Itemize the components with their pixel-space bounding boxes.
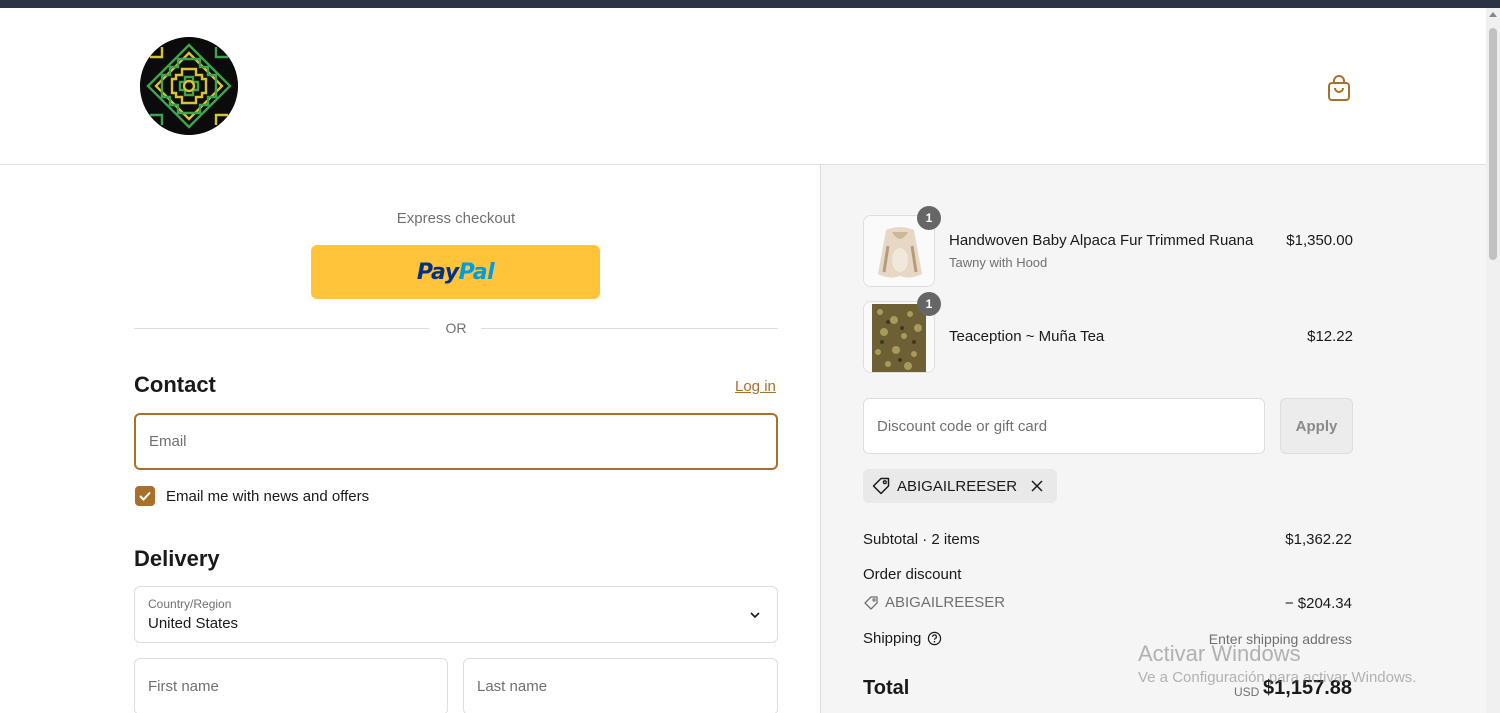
cart-item: 1 Handwoven Baby Alpaca Fur Trimmed Ruan… <box>863 206 1353 287</box>
email-input[interactable] <box>136 415 776 468</box>
paypal-logo-pal: Pal <box>458 259 495 285</box>
item-price: $1,350.00 <box>1286 232 1353 249</box>
checkout-header <box>0 8 1486 165</box>
country-value: United States <box>148 615 239 632</box>
divider-line-right <box>481 328 778 329</box>
item-name: Teaception ~ Muña Tea <box>949 328 1105 345</box>
item-name: Handwoven Baby Alpaca Fur Trimmed Ruana <box>949 232 1254 249</box>
page-scrollbar[interactable] <box>1486 8 1500 713</box>
newsletter-label: Email me with news and offers <box>166 488 370 505</box>
applied-code-text: ABIGAILREESER <box>897 477 1018 495</box>
shipping-value: Enter shipping address <box>1208 631 1352 647</box>
browser-top-bar <box>0 0 1500 8</box>
apply-discount-button[interactable]: Apply <box>1280 398 1353 454</box>
newsletter-checkbox[interactable] <box>135 486 155 506</box>
cart-item: 1 Teaception ~ Muña Tea $12.22 <box>863 292 1353 373</box>
order-discount-label: Order discount <box>863 566 962 583</box>
scrollbar-thumb[interactable] <box>1489 28 1497 260</box>
total-value: $1,157.88 <box>1263 677 1352 699</box>
subtotal-label: Subtotal · 2 items <box>863 531 980 548</box>
quantity-badge: 1 <box>917 206 941 230</box>
checkmark-icon <box>139 491 151 501</box>
first-name-input[interactable] <box>135 659 447 713</box>
first-name-field[interactable] <box>134 658 448 713</box>
shipping-label: Shipping <box>863 630 922 647</box>
express-checkout-label: Express checkout <box>396 210 516 227</box>
paypal-logo: PayPal <box>416 259 495 285</box>
remove-discount-button[interactable] <box>1027 476 1047 496</box>
discount-code-row: ABIGAILREESER <box>863 594 1005 611</box>
item-variant: Tawny with Hood <box>949 255 1048 270</box>
country-select[interactable]: Country/Region United States <box>134 586 778 643</box>
close-icon <box>1031 480 1043 492</box>
help-circle-icon[interactable] <box>927 631 942 646</box>
contact-title: Contact <box>134 372 216 397</box>
checkout-form-column: Express checkout PayPal OR Contact Log i… <box>0 165 820 713</box>
last-name-field[interactable] <box>463 658 778 713</box>
chevron-down-icon <box>750 612 760 619</box>
store-logo-icon[interactable] <box>140 37 238 135</box>
scroll-up-arrow-icon[interactable] <box>1489 12 1497 17</box>
discount-code-text: ABIGAILREESER <box>885 594 1006 611</box>
discount-field[interactable] <box>863 398 1265 454</box>
discount-value: − $204.34 <box>1284 595 1352 612</box>
last-name-input[interactable] <box>464 659 777 713</box>
divider-line-left <box>134 328 429 329</box>
quantity-badge: 1 <box>917 292 941 316</box>
tag-icon <box>872 477 890 495</box>
or-text: OR <box>445 320 467 336</box>
item-price: $12.22 <box>1307 328 1353 345</box>
country-label: Country/Region <box>148 597 232 611</box>
logo-pattern <box>140 37 238 135</box>
shipping-label-row: Shipping <box>863 630 942 647</box>
login-link[interactable]: Log in <box>735 378 776 395</box>
shopping-bag-icon[interactable] <box>1326 74 1352 102</box>
paypal-logo-pay: Pay <box>416 259 459 285</box>
email-field[interactable] <box>134 413 778 470</box>
order-summary-column: 1 Handwoven Baby Alpaca Fur Trimmed Ruan… <box>820 165 1486 713</box>
total-currency: USD <box>1234 685 1260 699</box>
subtotal-value: $1,362.22 <box>1285 531 1352 548</box>
delivery-title: Delivery <box>134 546 220 571</box>
discount-input[interactable] <box>864 399 1264 453</box>
total-label: Total <box>863 677 910 699</box>
paypal-button[interactable]: PayPal <box>311 245 600 299</box>
tag-icon <box>864 595 878 610</box>
applied-discount-chip: ABIGAILREESER <box>863 469 1058 503</box>
or-divider: OR <box>134 319 778 339</box>
